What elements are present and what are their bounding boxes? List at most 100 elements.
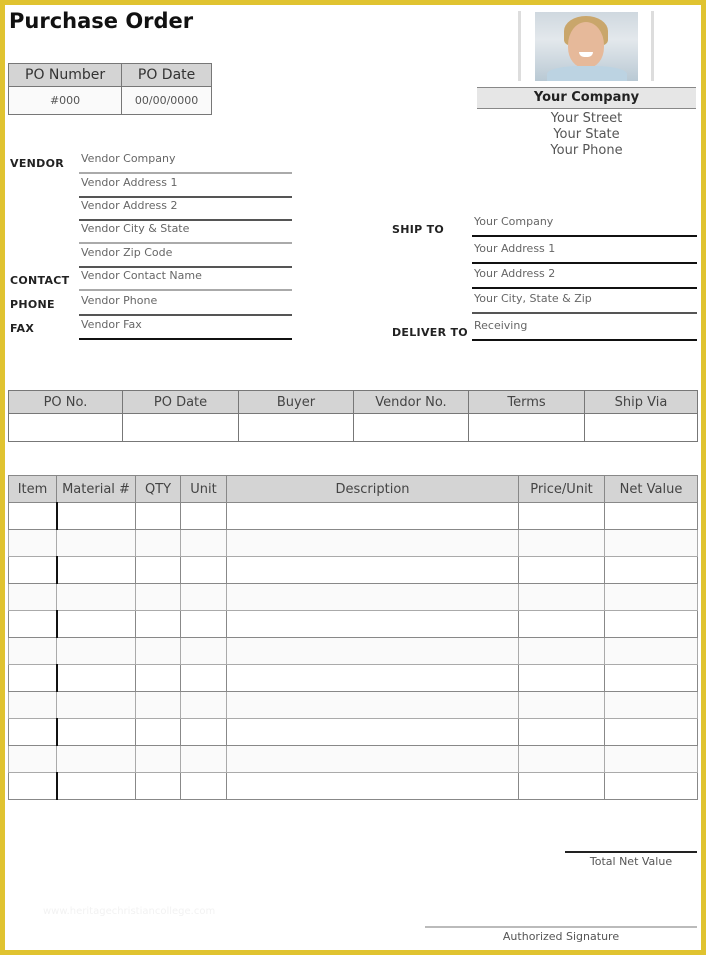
line-item-price-unit-cell[interactable] <box>518 637 605 665</box>
line-item-description-cell[interactable] <box>226 691 519 719</box>
vendor-contact-name-field[interactable]: Vendor Contact Name <box>79 269 292 291</box>
ship-to-address2-field[interactable]: Your Address 2 <box>472 267 697 289</box>
line-item-unit-cell[interactable] <box>180 610 227 638</box>
line-item-item-cell[interactable] <box>8 529 57 557</box>
line-item-material-cell[interactable] <box>55 772 136 800</box>
vendor-city-state-field[interactable]: Vendor City & State <box>79 222 292 244</box>
line-item-net-value-cell[interactable] <box>604 691 698 719</box>
line-item-unit-cell[interactable] <box>180 772 227 800</box>
line-item-unit-cell[interactable] <box>180 583 227 611</box>
line-item-net-value-cell[interactable] <box>604 772 698 800</box>
line-item-price-unit-cell[interactable] <box>518 583 605 611</box>
line-item-net-value-cell[interactable] <box>604 637 698 665</box>
order-info-po-date-cell[interactable] <box>122 413 239 442</box>
po-date-value[interactable]: 00/00/0000 <box>121 86 212 115</box>
line-item-price-unit-cell[interactable] <box>518 610 605 638</box>
deliver-to-field[interactable]: Receiving <box>472 319 697 341</box>
ship-to-address1-field[interactable]: Your Address 1 <box>472 242 697 264</box>
line-item-price-unit-cell[interactable] <box>518 529 605 557</box>
vendor-phone-field[interactable]: Vendor Phone <box>79 294 292 316</box>
line-item-material-cell[interactable] <box>55 664 136 692</box>
line-item-description-cell[interactable] <box>226 502 519 530</box>
company-phone[interactable]: Your Phone <box>477 143 696 159</box>
line-item-material-cell[interactable] <box>55 502 136 530</box>
line-item-description-cell[interactable] <box>226 772 519 800</box>
company-name[interactable]: Your Company <box>477 87 696 109</box>
line-item-qty-cell[interactable] <box>135 529 181 557</box>
line-item-unit-cell[interactable] <box>180 529 227 557</box>
ship-to-company-field[interactable]: Your Company <box>472 215 697 237</box>
line-item-unit-cell[interactable] <box>180 556 227 584</box>
line-item-net-value-cell[interactable] <box>604 556 698 584</box>
line-item-item-cell[interactable] <box>8 556 57 584</box>
line-item-material-cell[interactable] <box>55 718 136 746</box>
line-item-qty-cell[interactable] <box>135 664 181 692</box>
line-item-unit-cell[interactable] <box>180 718 227 746</box>
vendor-address1-field[interactable]: Vendor Address 1 <box>79 176 292 198</box>
line-item-description-cell[interactable] <box>226 529 519 557</box>
line-item-material-cell[interactable] <box>56 691 136 719</box>
line-item-material-cell[interactable] <box>56 529 136 557</box>
line-item-qty-cell[interactable] <box>135 637 181 665</box>
line-item-price-unit-cell[interactable] <box>518 664 605 692</box>
line-item-net-value-cell[interactable] <box>604 610 698 638</box>
line-item-net-value-cell[interactable] <box>604 529 698 557</box>
signature-line[interactable] <box>425 926 697 928</box>
line-item-unit-cell[interactable] <box>180 745 227 773</box>
line-item-net-value-cell[interactable] <box>604 583 698 611</box>
line-item-item-cell[interactable] <box>8 718 57 746</box>
line-item-qty-cell[interactable] <box>135 745 181 773</box>
line-item-price-unit-cell[interactable] <box>518 772 605 800</box>
line-item-material-cell[interactable] <box>56 745 136 773</box>
line-item-description-cell[interactable] <box>226 745 519 773</box>
line-item-material-cell[interactable] <box>55 556 136 584</box>
order-info-vendor-no-cell[interactable] <box>353 413 469 442</box>
line-item-description-cell[interactable] <box>226 664 519 692</box>
line-item-qty-cell[interactable] <box>135 718 181 746</box>
line-item-material-cell[interactable] <box>56 637 136 665</box>
line-item-net-value-cell[interactable] <box>604 502 698 530</box>
line-item-net-value-cell[interactable] <box>604 745 698 773</box>
line-item-qty-cell[interactable] <box>135 691 181 719</box>
line-item-price-unit-cell[interactable] <box>518 691 605 719</box>
line-item-item-cell[interactable] <box>8 610 57 638</box>
order-info-terms-cell[interactable] <box>468 413 585 442</box>
line-item-qty-cell[interactable] <box>135 556 181 584</box>
line-item-description-cell[interactable] <box>226 610 519 638</box>
line-item-material-cell[interactable] <box>55 610 136 638</box>
line-item-item-cell[interactable] <box>8 745 57 773</box>
line-item-item-cell[interactable] <box>8 637 57 665</box>
line-item-price-unit-cell[interactable] <box>518 718 605 746</box>
line-item-item-cell[interactable] <box>8 502 57 530</box>
vendor-company-field[interactable]: Vendor Company <box>79 152 292 174</box>
line-item-item-cell[interactable] <box>8 772 57 800</box>
line-item-unit-cell[interactable] <box>180 691 227 719</box>
line-item-unit-cell[interactable] <box>180 637 227 665</box>
line-item-unit-cell[interactable] <box>180 664 227 692</box>
company-street[interactable]: Your Street <box>477 111 696 127</box>
line-item-description-cell[interactable] <box>226 583 519 611</box>
line-item-item-cell[interactable] <box>8 664 57 692</box>
order-info-ship-via-cell[interactable] <box>584 413 698 442</box>
line-item-qty-cell[interactable] <box>135 772 181 800</box>
order-info-buyer-cell[interactable] <box>238 413 354 442</box>
line-item-price-unit-cell[interactable] <box>518 502 605 530</box>
line-item-net-value-cell[interactable] <box>604 718 698 746</box>
line-item-description-cell[interactable] <box>226 718 519 746</box>
vendor-fax-field[interactable]: Vendor Fax <box>79 318 292 340</box>
line-item-item-cell[interactable] <box>8 691 57 719</box>
line-item-item-cell[interactable] <box>8 583 57 611</box>
line-item-qty-cell[interactable] <box>135 502 181 530</box>
line-item-price-unit-cell[interactable] <box>518 745 605 773</box>
ship-to-city-state-zip-field[interactable]: Your City, State & Zip <box>472 292 697 314</box>
line-item-description-cell[interactable] <box>226 556 519 584</box>
line-item-material-cell[interactable] <box>56 583 136 611</box>
po-number-value[interactable]: #000 <box>7 86 123 115</box>
line-item-price-unit-cell[interactable] <box>518 556 605 584</box>
vendor-zip-field[interactable]: Vendor Zip Code <box>79 246 292 268</box>
line-item-unit-cell[interactable] <box>180 502 227 530</box>
line-item-qty-cell[interactable] <box>135 610 181 638</box>
order-info-po-no-cell[interactable] <box>8 413 123 442</box>
line-item-net-value-cell[interactable] <box>604 664 698 692</box>
line-item-description-cell[interactable] <box>226 637 519 665</box>
